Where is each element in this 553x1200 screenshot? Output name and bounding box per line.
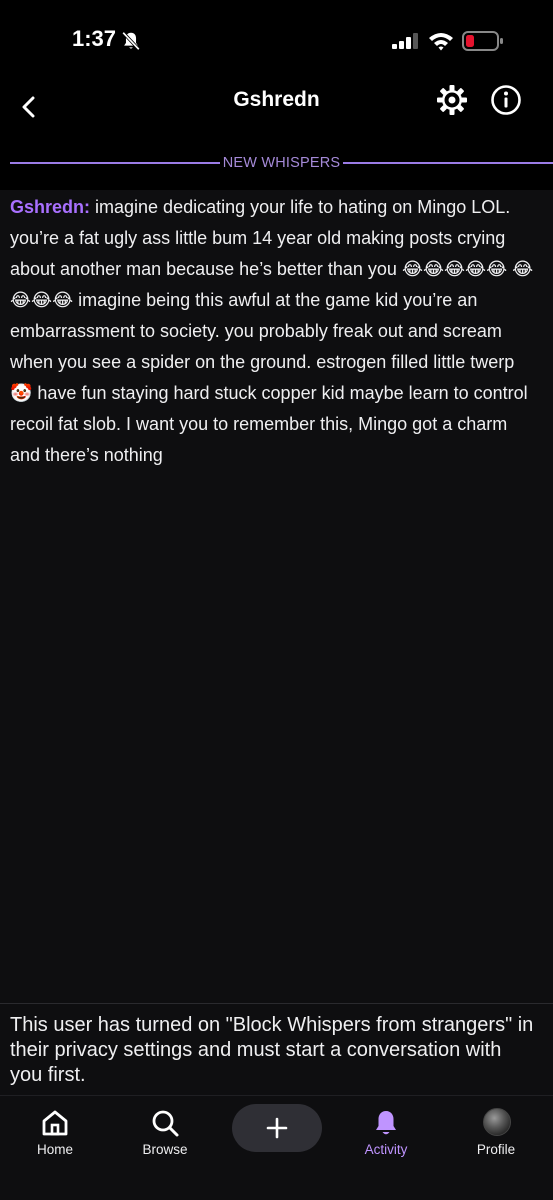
nav-home-label: Home (36, 1142, 73, 1157)
nav-activity-label: Activity (364, 1142, 408, 1157)
message-author[interactable]: Gshredn: (10, 197, 90, 217)
divider-line (10, 162, 220, 164)
create-button[interactable] (232, 1104, 322, 1152)
settings-button[interactable] (436, 84, 468, 116)
message-text: imagine dedicating your life to hating o… (10, 197, 534, 465)
cellular-signal-icon (392, 33, 420, 54)
block-whispers-notice: This user has turned on "Block Whispers … (10, 1014, 534, 1086)
battery-icon (462, 31, 504, 56)
bell-icon (376, 1111, 396, 1135)
nav-activity[interactable]: Activity (341, 1096, 431, 1166)
page-title: Gshredn (233, 88, 320, 111)
status-time: 1:37 (72, 26, 117, 51)
header: Gshredn (0, 80, 553, 136)
new-whispers-divider: NEW WHISPERS (0, 136, 553, 190)
plus-icon (266, 1117, 288, 1139)
avatar (483, 1108, 511, 1136)
info-icon (491, 85, 521, 115)
divider-label: NEW WHISPERS (222, 155, 341, 171)
whisper-message[interactable]: Gshredn: imagine dedicating your life to… (10, 192, 540, 471)
home-icon (42, 1110, 68, 1136)
nav-profile[interactable]: Profile (451, 1096, 541, 1166)
bell-off-icon (120, 30, 142, 57)
nav-home[interactable]: Home (10, 1096, 100, 1166)
wifi-icon (428, 31, 454, 56)
nav-browse[interactable]: Browse (120, 1096, 210, 1166)
gear-icon (437, 85, 467, 115)
info-button[interactable] (490, 84, 522, 116)
nav-profile-label: Profile (476, 1142, 516, 1157)
search-icon (152, 1110, 179, 1137)
nav-browse-label: Browse (142, 1142, 188, 1157)
notice-separator (0, 1003, 553, 1004)
divider-line (343, 162, 553, 164)
bottom-nav: Home Browse Activity Profile (0, 1095, 553, 1200)
status-bar: 1:37 (0, 0, 553, 80)
